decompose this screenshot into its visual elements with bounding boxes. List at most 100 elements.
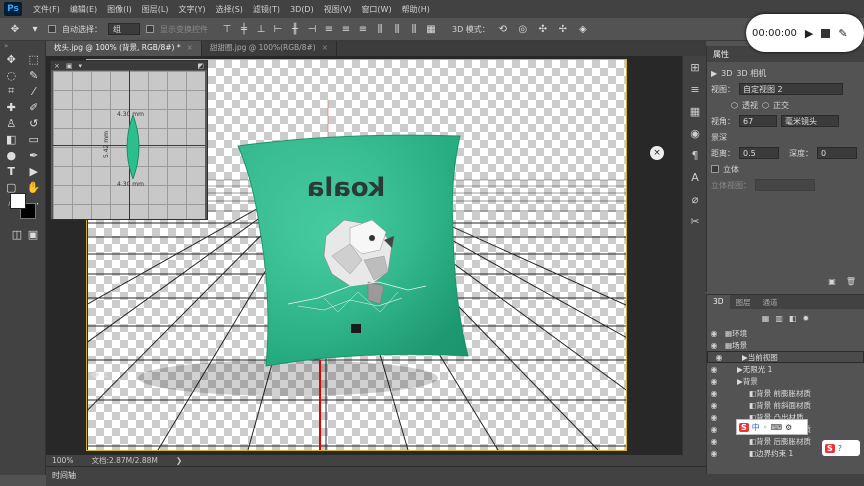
move-widget[interactable]: ✥ ↕ [91,370,110,381]
fov-input[interactable]: 67 [739,115,777,127]
close-icon[interactable]: × [650,146,664,160]
tree-item[interactable]: ◉ ▦ 环境 [707,327,864,339]
menu-image[interactable]: 图像(I) [102,4,137,15]
brush-icon[interactable]: ✐ [25,100,43,115]
menu-type[interactable]: 文字(Y) [173,4,210,15]
distribute-center-icon[interactable]: ⫼ [390,23,404,35]
gradient-icon[interactable]: ▭ [25,132,43,147]
swatches-icon[interactable]: ▦ [683,100,707,122]
stereo-checkbox[interactable] [711,165,719,173]
visibility-eye-icon[interactable]: ◉ [707,437,721,446]
distance-input[interactable]: 0.5 [739,147,779,159]
menu-help[interactable]: 帮助(H) [397,4,435,15]
close-icon[interactable]: × [187,43,193,52]
align-top-icon[interactable]: ⊤ [220,23,234,35]
visibility-eye-icon[interactable]: ◉ [707,377,721,386]
tab-pillow[interactable]: 枕头.jpg @ 100% (背景, RGB/8#) * × [46,41,202,56]
tree-item[interactable]: ◉ ◧ 背景 前膨胀材质 [707,387,864,399]
eraser-icon[interactable]: ◧ [2,132,20,147]
menu-select[interactable]: 选择(S) [211,4,248,15]
brush-settings-icon[interactable]: ⌀ [683,188,707,210]
depth-input[interactable]: 0 [817,147,857,159]
move-tool-icon[interactable]: ✥ [8,23,22,35]
tab-channels[interactable]: 通道 [757,295,784,309]
filter-materials-icon[interactable]: ◧ [789,314,797,323]
distribute-top-icon[interactable]: ≡ [322,23,336,35]
status-menu-icon[interactable]: ❯ [176,456,182,465]
history-icon[interactable]: ⊞ [683,56,707,78]
pen-icon[interactable]: ✎ [838,27,847,40]
dropdown-icon[interactable]: ▾ [79,62,83,70]
eyedropper-icon[interactable]: ⁄ [25,84,43,99]
filter-lights-icon[interactable]: ✹ [802,314,809,323]
auto-select-checkbox[interactable] [48,25,56,33]
toolbar-collapse-icon[interactable]: » [0,41,45,51]
visibility-eye-icon[interactable]: ◉ [712,352,726,363]
menu-3d[interactable]: 3D(D) [285,5,319,14]
visibility-eye-icon[interactable]: ◉ [707,449,721,458]
stereo-view-dropdown[interactable] [755,179,815,191]
hand-icon[interactable]: ✋ [25,180,43,195]
help-icon[interactable]: ? [838,444,842,453]
camera-switch-icon[interactable]: ▣ [66,62,73,70]
menu-filter[interactable]: 滤镜(T) [248,4,285,15]
distribute-middle-icon[interactable]: ≡ [339,23,353,35]
visibility-eye-icon[interactable]: ◉ [707,413,721,422]
marquee-icon[interactable]: ⬚ [25,52,43,67]
path-select-icon[interactable]: ▶ [25,164,43,179]
visibility-eye-icon[interactable]: ◉ [707,341,721,350]
roll-3d-icon[interactable]: ◎ [516,23,530,35]
quick-select-icon[interactable]: ✎ [25,68,43,83]
move-icon[interactable]: ✥ [2,52,20,67]
history-brush-icon[interactable]: ↺ [25,116,43,131]
screen-mode-icon[interactable]: ▣ [24,227,42,242]
tree-item[interactable]: ◉ ▶ 当前视图 [707,351,864,363]
dodge-icon[interactable]: ● [2,148,20,163]
menu-edit[interactable]: 编辑(E) [65,4,102,15]
orthographic-label[interactable]: 正交 [773,100,789,111]
visibility-eye-icon[interactable]: ◉ [707,389,721,398]
menu-window[interactable]: 窗口(W) [356,4,396,15]
transform-controls-checkbox[interactable] [146,25,154,33]
scale-3d-icon[interactable]: ◈ [576,23,590,35]
ime-logo-icon[interactable]: S [739,422,749,432]
play-icon[interactable]: ▶ [805,27,813,40]
close-icon[interactable]: × [54,62,60,70]
trash-icon[interactable]: 🗑 [846,277,856,286]
secondary-view-panel[interactable]: × ▣ ▾ ◩ 4.30 mm 4.30 mm 5.42 mm [50,60,208,220]
filter-meshes-icon[interactable]: ▥ [775,314,783,323]
auto-align-icon[interactable]: ▦ [424,23,438,35]
align-right-icon[interactable]: ⊣ [305,23,319,35]
lens-dropdown[interactable]: 毫米镜头 [781,115,839,127]
zoom-level[interactable]: 100% [52,456,73,465]
swap-view-icon[interactable]: ◩ [197,62,204,70]
menu-file[interactable]: 文件(F) [28,4,65,15]
properties-icon[interactable]: ◉ [683,122,707,144]
crop-icon[interactable]: ⌗ [2,84,20,99]
close-icon[interactable]: × [322,43,328,52]
lasso-icon[interactable]: ◌ [2,68,20,83]
type-icon[interactable]: T [2,164,20,179]
tools-settings-icon[interactable]: ✂ [683,210,707,232]
align-left-icon[interactable]: ⊢ [271,23,285,35]
timeline-tab[interactable]: 时间轴 [52,471,76,480]
render-icon[interactable]: ▣ [828,277,836,286]
auto-select-dropdown[interactable]: 组 [108,23,140,35]
visibility-eye-icon[interactable]: ◉ [707,365,721,374]
foreground-color-swatch[interactable] [10,193,26,209]
tree-item[interactable]: ◉ ▦ 场景 [707,339,864,351]
ime-keyboard-icon[interactable]: ⌨ [770,423,782,432]
visibility-eye-icon[interactable]: ◉ [707,425,721,434]
tab-layers[interactable]: 图层 [730,295,757,309]
healing-brush-icon[interactable]: ✚ [2,100,20,115]
menu-layer[interactable]: 图层(L) [137,4,174,15]
clone-stamp-icon[interactable]: ♙ [2,116,20,131]
ime-punctuation-icon[interactable]: ◦ [763,423,768,432]
distribute-right-icon[interactable]: ⫼ [407,23,421,35]
tab-donut[interactable]: 甜甜圈.jpg @ 100%(RGB/8#) × [201,41,337,56]
visibility-eye-icon[interactable]: ◉ [707,329,721,338]
pen-icon[interactable]: ✒ [25,148,43,163]
paragraph-icon[interactable]: ¶ [683,144,707,166]
orbit-3d-icon[interactable]: ⟲ [496,23,510,35]
pan-3d-icon[interactable]: ✣ [536,23,550,35]
